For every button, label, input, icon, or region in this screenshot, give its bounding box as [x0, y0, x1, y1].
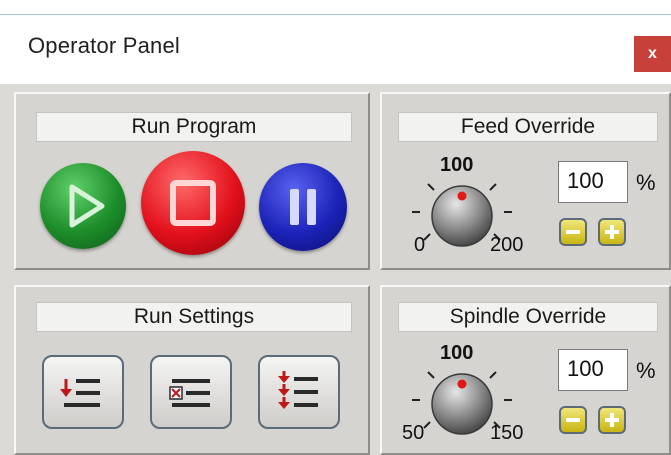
clear-settings-button[interactable] [150, 355, 232, 429]
feed-percent-label: % [636, 170, 656, 195]
plus-icon [605, 225, 619, 239]
stop-button[interactable] [141, 151, 245, 255]
stop-icon [170, 180, 216, 226]
minus-icon [566, 418, 580, 422]
spindle-override-input[interactable]: 100 [558, 349, 628, 391]
pause-button[interactable] [259, 163, 347, 251]
feed-knob-min-label: 0 [414, 234, 426, 256]
step-list-icon [278, 371, 318, 409]
close-button[interactable]: x [634, 36, 671, 72]
spindle-knob-max-label: 150 [490, 422, 524, 444]
feed-override-caption: Feed Override [398, 112, 658, 142]
run-from-line-button[interactable] [42, 355, 124, 429]
spindle-increase-button[interactable] [598, 406, 626, 434]
window-title: Operator Panel [28, 33, 180, 58]
play-icon [69, 184, 105, 228]
close-icon: x [648, 45, 657, 62]
run-from-line-icon [60, 379, 100, 407]
spindle-decrease-button[interactable] [559, 406, 587, 434]
run-program-caption: Run Program [36, 112, 352, 142]
feed-override-input[interactable]: 100 [558, 161, 628, 203]
pause-icon [290, 189, 316, 225]
feed-decrease-button[interactable] [559, 218, 587, 246]
spindle-knob-min-label: 50 [402, 422, 425, 444]
feed-knob-max-label: 200 [490, 234, 524, 256]
run-settings-caption: Run Settings [36, 302, 352, 332]
spindle-override-caption: Spindle Override [398, 302, 658, 332]
minus-icon [566, 230, 580, 234]
spindle-percent-label: % [636, 358, 656, 383]
clear-list-icon [169, 379, 210, 407]
plus-icon [605, 413, 619, 427]
step-mode-button[interactable] [258, 355, 340, 429]
play-button[interactable] [40, 163, 126, 249]
top-divider [0, 14, 671, 15]
feed-increase-button[interactable] [598, 218, 626, 246]
